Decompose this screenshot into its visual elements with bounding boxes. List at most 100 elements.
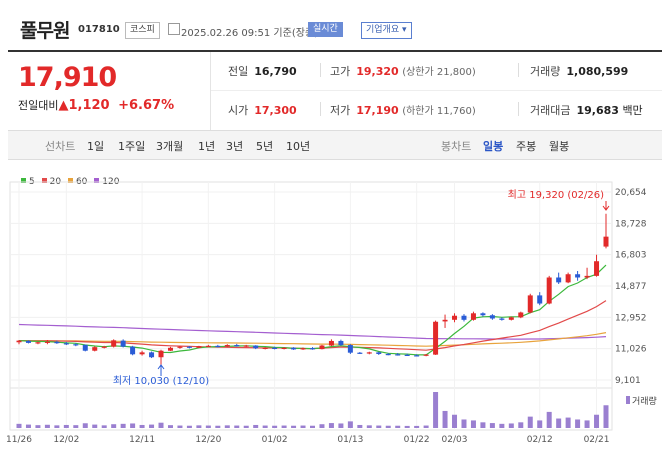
volume-bar — [423, 425, 429, 428]
volume-bar — [253, 424, 259, 428]
y-tick-label: 9,101 — [615, 376, 641, 386]
volume-bar — [262, 425, 268, 428]
candle-body — [584, 275, 590, 278]
candle-body — [54, 341, 60, 344]
candle-body — [262, 347, 268, 349]
volume-bar — [603, 405, 609, 428]
volume-bar — [537, 420, 543, 428]
volume-bar — [575, 419, 581, 428]
volume-bar — [16, 423, 22, 428]
x-tick-label: 12/02 — [53, 435, 79, 445]
candle-body — [347, 345, 353, 353]
volume-bar — [215, 425, 221, 428]
volume-bar — [584, 420, 590, 428]
candle-body — [120, 340, 126, 347]
volume-label: 거래량 — [632, 395, 657, 407]
volume-bar — [385, 425, 391, 428]
candle-body — [130, 346, 136, 355]
volume-bar — [347, 421, 353, 428]
volume-bar — [186, 425, 192, 428]
candle-body — [73, 344, 79, 346]
candle-body — [442, 319, 448, 322]
x-tick-label: 02/03 — [442, 435, 468, 445]
candle-body — [546, 277, 552, 304]
volume-bar — [130, 423, 136, 428]
candle-body — [376, 352, 382, 354]
volume-bar — [527, 416, 533, 428]
volume-bar — [556, 418, 562, 428]
volume-bar — [25, 424, 31, 428]
candle-body — [480, 313, 486, 316]
candle-body — [139, 352, 145, 355]
candle-body — [366, 352, 372, 354]
volume-bar — [594, 414, 600, 428]
volume-bar — [272, 425, 278, 428]
volume-bar — [82, 423, 88, 428]
x-tick-label: 12/20 — [195, 435, 221, 445]
candle-body — [414, 355, 420, 357]
candle-body — [518, 312, 524, 318]
volume-bar — [92, 424, 98, 428]
volume-bar — [376, 425, 382, 428]
volume-bar — [328, 423, 334, 428]
candle-body — [499, 318, 505, 320]
volume-bar — [291, 425, 297, 428]
candle-body — [575, 274, 581, 278]
candle-body — [243, 345, 249, 347]
candle-body — [338, 340, 344, 346]
volume-legend-swatch — [626, 396, 630, 404]
volume-bar — [433, 392, 439, 428]
volume-bar — [414, 425, 420, 428]
volume-bar — [196, 425, 202, 428]
candle-body — [253, 345, 259, 349]
x-tick-label: 02/12 — [527, 435, 553, 445]
candle-body — [158, 350, 164, 358]
candle-body — [385, 353, 391, 356]
plot-frame — [9, 181, 613, 389]
volume-bar — [508, 423, 514, 428]
high-annotation: 최고 19,320 (02/26) — [508, 189, 604, 201]
candle-body — [186, 346, 192, 348]
high-arrow-icon — [602, 201, 610, 211]
candle-body — [215, 345, 221, 348]
volume-bar — [224, 425, 230, 428]
volume-bar — [243, 425, 249, 428]
candle-body — [205, 345, 211, 348]
candle-body — [537, 295, 543, 304]
candle-body — [272, 347, 278, 349]
volume-bar — [518, 422, 524, 428]
candle-body — [101, 346, 107, 348]
volume-bar — [442, 410, 448, 428]
candle-body — [433, 321, 439, 355]
candle-body — [310, 348, 315, 350]
volume-bar — [139, 424, 145, 428]
candle-body — [357, 352, 363, 354]
candle-body — [404, 354, 410, 356]
volume-bar — [499, 423, 505, 428]
candle-body — [319, 345, 325, 350]
candle-body — [234, 345, 240, 347]
volume-bar — [565, 417, 571, 428]
candle-body — [395, 354, 401, 356]
volume-bar — [489, 423, 495, 428]
x-tick-label: 01/22 — [404, 435, 430, 445]
candle-body — [527, 295, 533, 313]
volume-bar — [63, 424, 69, 428]
volume-bar — [395, 425, 401, 428]
x-tick-label: 01/13 — [337, 435, 363, 445]
candlestick-chart: 20,654 18,728 16,803 14,877 12,952 11,026 9,10… — [6, 181, 657, 445]
x-tick-label: 12/11 — [129, 435, 155, 445]
volume-bar — [461, 419, 467, 428]
volume-bar — [177, 425, 183, 428]
volume-bar — [310, 425, 315, 428]
candle-body — [452, 315, 458, 320]
candle-body — [196, 346, 202, 348]
volume-bar — [281, 425, 287, 428]
candle-body — [461, 315, 467, 320]
volume-bar — [167, 425, 173, 428]
candle-body — [603, 236, 609, 247]
candle-body — [16, 340, 22, 343]
volume-bar — [54, 425, 60, 428]
volume-bar — [404, 425, 410, 428]
candle-body — [423, 354, 429, 356]
